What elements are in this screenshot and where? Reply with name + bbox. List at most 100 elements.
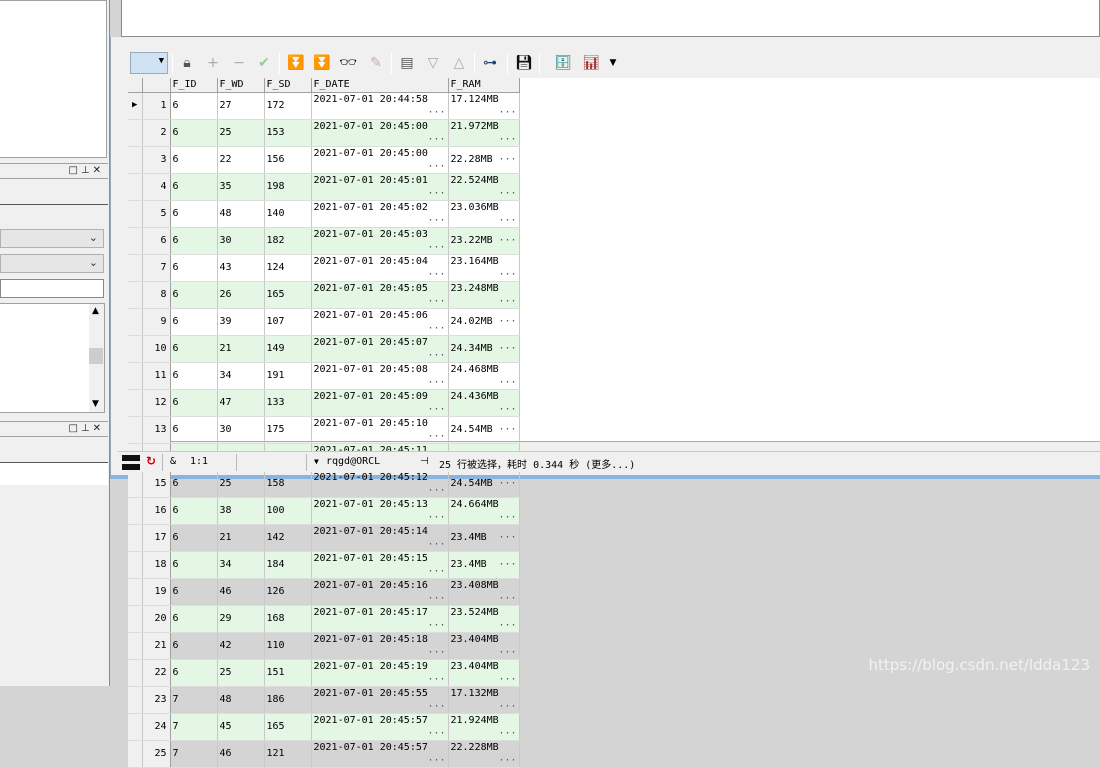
table-cell[interactable]: 21.924MB ··· <box>448 713 520 741</box>
table-cell[interactable]: 149 <box>264 335 312 363</box>
table-cell[interactable]: 2021-07-01 20:45:13 ··· <box>311 497 449 525</box>
cell-editor-button[interactable]: ··· <box>498 268 516 281</box>
table-cell[interactable]: 23.524MB ··· <box>448 605 520 633</box>
table-cell[interactable]: 26 <box>217 281 265 309</box>
table-cell[interactable]: 23.22MB ··· <box>448 227 520 255</box>
cell-editor-button[interactable]: ··· <box>498 315 516 328</box>
column-header[interactable]: F_DATE <box>311 78 449 93</box>
cell-editor-button[interactable]: ··· <box>427 673 445 686</box>
table-cell[interactable]: 6 <box>170 335 218 363</box>
table-cell[interactable]: 6 <box>170 92 218 120</box>
column-header[interactable]: F_SD <box>264 78 312 93</box>
table-cell[interactable]: 2021-07-01 20:45:12 ··· <box>311 470 449 498</box>
cell-editor-button[interactable]: ··· <box>427 106 445 119</box>
table-cell[interactable]: 182 <box>264 227 312 255</box>
table-cell[interactable]: 2021-07-01 20:45:57 ··· <box>311 713 449 741</box>
table-cell[interactable]: 23.248MB ··· <box>448 281 520 309</box>
column-header[interactable]: F_WD <box>217 78 265 93</box>
table-cell[interactable]: 6 <box>170 416 218 444</box>
chart-icon[interactable]: 📊︎ <box>580 52 602 74</box>
cell-editor-button[interactable]: ··· <box>427 214 445 227</box>
table-cell[interactable]: 34 <box>217 551 265 579</box>
cell-editor-button[interactable]: ··· <box>498 531 516 544</box>
cell-editor-button[interactable]: ··· <box>498 754 516 767</box>
table-cell[interactable]: 23.4MB ··· <box>448 524 520 552</box>
table-row[interactable]: 6 6 30 182 2021-07-01 20:45:03 ··· 23.22MB ··· <box>128 227 520 255</box>
table-cell[interactable]: 25 <box>217 470 265 498</box>
table-cell[interactable]: 24.664MB ··· <box>448 497 520 525</box>
pin-icon[interactable]: ⊥ <box>81 165 93 176</box>
table-cell[interactable]: 47 <box>217 389 265 417</box>
table-cell[interactable]: 23.404MB ··· <box>448 632 520 660</box>
table-cell[interactable]: 6 <box>170 578 218 606</box>
table-cell[interactable]: 24.468MB ··· <box>448 362 520 390</box>
table-cell[interactable]: 6 <box>170 659 218 687</box>
table-row[interactable]: 4 6 35 198 2021-07-01 20:45:01 ··· 22.524MB ··· <box>128 173 520 201</box>
table-cell[interactable]: 121 <box>264 740 312 768</box>
lock-icon[interactable]: 🔒︎ <box>176 52 198 74</box>
table-cell[interactable]: 133 <box>264 389 312 417</box>
table-cell[interactable]: 110 <box>264 632 312 660</box>
restore-icon[interactable]: □ <box>68 423 80 434</box>
table-row[interactable]: 15 6 25 158 2021-07-01 20:45:12 ··· 24.54MB ··· <box>128 470 520 498</box>
table-cell[interactable]: 172 <box>264 92 312 120</box>
table-cell[interactable]: 107 <box>264 308 312 336</box>
table-cell[interactable]: 6 <box>170 524 218 552</box>
table-row[interactable]: 9 6 39 107 2021-07-01 20:45:06 ··· 24.02MB ··· <box>128 308 520 336</box>
table-cell[interactable]: 7 <box>170 740 218 768</box>
restore-icon[interactable]: □ <box>68 165 80 176</box>
table-cell[interactable]: 165 <box>264 281 312 309</box>
table-cell[interactable]: 21.972MB ··· <box>448 119 520 147</box>
column-header[interactable]: F_ID <box>170 78 218 93</box>
table-cell[interactable]: 6 <box>170 389 218 417</box>
add-record-icon[interactable]: + <box>202 52 224 74</box>
delete-record-icon[interactable]: − <box>228 52 250 74</box>
cell-editor-button[interactable]: ··· <box>427 133 445 146</box>
table-cell[interactable]: 2021-07-01 20:45:06 ··· <box>311 308 449 336</box>
cell-editor-button[interactable]: ··· <box>427 592 445 605</box>
cell-editor-button[interactable]: ··· <box>427 160 445 173</box>
table-cell[interactable]: 2021-07-01 20:45:07 ··· <box>311 335 449 363</box>
table-cell[interactable]: 6 <box>170 146 218 174</box>
table-cell[interactable]: 38 <box>217 497 265 525</box>
scroll-thumb[interactable] <box>89 348 103 364</box>
table-cell[interactable]: 23.404MB ··· <box>448 659 520 687</box>
cell-editor-button[interactable]: ··· <box>427 241 445 254</box>
table-row[interactable]: 19 6 46 126 2021-07-01 20:45:16 ··· 23.408MB ··… <box>128 578 520 606</box>
table-cell[interactable]: 46 <box>217 578 265 606</box>
cell-editor-button[interactable]: ··· <box>498 592 516 605</box>
table-cell[interactable]: 23.408MB ··· <box>448 578 520 606</box>
table-cell[interactable]: 100 <box>264 497 312 525</box>
table-cell[interactable]: 2021-07-01 20:45:03 ··· <box>311 227 449 255</box>
cell-editor-button[interactable]: ··· <box>498 619 516 632</box>
table-cell[interactable]: 7 <box>170 713 218 741</box>
table-row[interactable]: 7 6 43 124 2021-07-01 20:45:04 ··· 23.164MB ··· <box>128 254 520 282</box>
table-cell[interactable]: 191 <box>264 362 312 390</box>
close-icon[interactable]: ✕ <box>93 423 104 434</box>
table-row[interactable]: 17 6 21 142 2021-07-01 20:45:14 ··· 23.4MB ··· <box>128 524 520 552</box>
table-cell[interactable]: 2021-07-01 20:45:10 ··· <box>311 416 449 444</box>
connection-label[interactable]: rqgd@ORCL <box>326 456 380 467</box>
cell-editor-button[interactable]: ··· <box>498 214 516 227</box>
table-cell[interactable]: 17.132MB ··· <box>448 686 520 714</box>
table-cell[interactable]: 42 <box>217 632 265 660</box>
close-icon[interactable]: ✕ <box>93 165 104 176</box>
table-cell[interactable]: 22.228MB ··· <box>448 740 520 768</box>
table-row[interactable]: 22 6 25 151 2021-07-01 20:45:19 ··· 23.404MB ··… <box>128 659 520 687</box>
table-row[interactable]: 20 6 29 168 2021-07-01 20:45:17 ··· 23.524MB ··… <box>128 605 520 633</box>
search-input[interactable] <box>0 279 104 298</box>
table-row[interactable]: 13 6 30 175 2021-07-01 20:45:10 ··· 24.54MB ··· <box>128 416 520 444</box>
table-cell[interactable]: 6 <box>170 362 218 390</box>
table-row[interactable]: 3 6 22 156 2021-07-01 20:45:00 ··· 22.28MB ··· <box>128 146 520 174</box>
record-selector[interactable]: ▼ <box>130 52 168 74</box>
table-row[interactable]: 12 6 47 133 2021-07-01 20:45:09 ··· 24.436MB ··… <box>128 389 520 417</box>
table-cell[interactable]: 45 <box>217 713 265 741</box>
fetch-next-icon[interactable]: ⏬ <box>285 52 307 74</box>
pin-icon[interactable]: ⊥ <box>81 423 93 434</box>
table-cell[interactable]: 151 <box>264 659 312 687</box>
table-row[interactable]: 16 6 38 100 2021-07-01 20:45:13 ··· 24.664MB ··… <box>128 497 520 525</box>
tree-view-icon[interactable]: ⊶ <box>479 52 501 74</box>
table-cell[interactable]: 2021-07-01 20:45:04 ··· <box>311 254 449 282</box>
table-cell[interactable]: 2021-07-01 20:45:18 ··· <box>311 632 449 660</box>
table-cell[interactable]: 2021-07-01 20:45:57 ··· <box>311 740 449 768</box>
